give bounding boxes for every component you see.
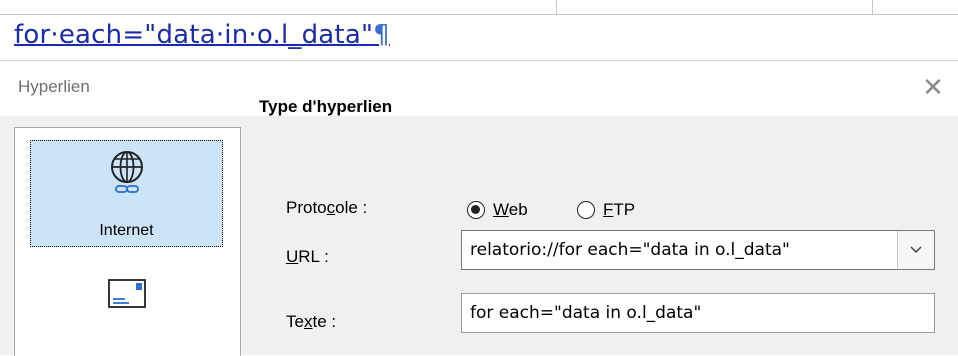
chevron-down-icon — [910, 246, 922, 254]
url-label: URL : — [286, 247, 329, 267]
url-dropdown-button[interactable] — [897, 231, 934, 269]
hyperlink-type-sidebar: Internet — [14, 127, 241, 356]
hyperlink-line-text: for·each="data·in·o.l_data" — [14, 20, 374, 50]
radio-ftp-text: TP — [613, 200, 636, 219]
protocol-label-text: Proto — [286, 198, 327, 217]
radio-web-accel: W — [493, 200, 509, 219]
table-column-divider — [556, 0, 557, 14]
radio-web-text: eb — [508, 200, 528, 219]
text-label-text: te : — [312, 312, 337, 331]
radio-ftp[interactable]: FTP — [577, 198, 635, 222]
text-input[interactable] — [462, 294, 934, 332]
protocol-label: Protocole : — [286, 198, 367, 218]
sidebar-item-label: Internet — [99, 222, 154, 239]
url-combobox[interactable]: relatorio://for each="data in o.l_data" — [461, 230, 935, 270]
document-area[interactable]: for·each="data·in·o.l_data"¶ — [0, 0, 958, 60]
radio-ftp-accel: F — [603, 200, 614, 219]
text-field[interactable] — [461, 293, 935, 333]
close-icon: ✕ — [922, 73, 944, 103]
url-label-accel: U — [286, 247, 299, 266]
hyperlink-dialog: Hyperlien ✕ Internet Type d'hyperlien Pr… — [0, 60, 958, 356]
radio-ftp-label: FTP — [603, 200, 635, 220]
hyperlink-text[interactable]: for·each="data·in·o.l_data"¶ — [14, 20, 390, 50]
text-label: Texte : — [286, 312, 336, 332]
text-label-text: Te — [286, 312, 304, 331]
mail-icon — [107, 279, 146, 313]
sidebar-item-mail[interactable] — [30, 256, 223, 346]
radio-web[interactable]: Web — [467, 198, 528, 222]
radio-unselected-icon — [577, 201, 595, 219]
dialog-titlebar: Hyperlien ✕ — [0, 61, 958, 116]
url-label-text: RL : — [298, 247, 329, 266]
close-button[interactable]: ✕ — [918, 73, 948, 103]
sidebar-item-internet[interactable]: Internet — [30, 140, 223, 247]
protocol-label-accel: c — [326, 198, 336, 217]
table-row-border — [0, 0, 958, 15]
protocol-label-text: ole : — [335, 198, 368, 217]
radio-selected-icon — [467, 201, 485, 219]
pilcrow-mark: ¶ — [373, 20, 390, 50]
radio-web-label: Web — [493, 200, 528, 220]
section-title: Type d'hyperlien — [259, 97, 393, 116]
dialog-title: Hyperlien — [18, 77, 90, 96]
table-column-divider — [872, 0, 873, 14]
url-value: relatorio://for each="data in o.l_data" — [470, 240, 790, 260]
globe-link-icon — [104, 148, 150, 202]
